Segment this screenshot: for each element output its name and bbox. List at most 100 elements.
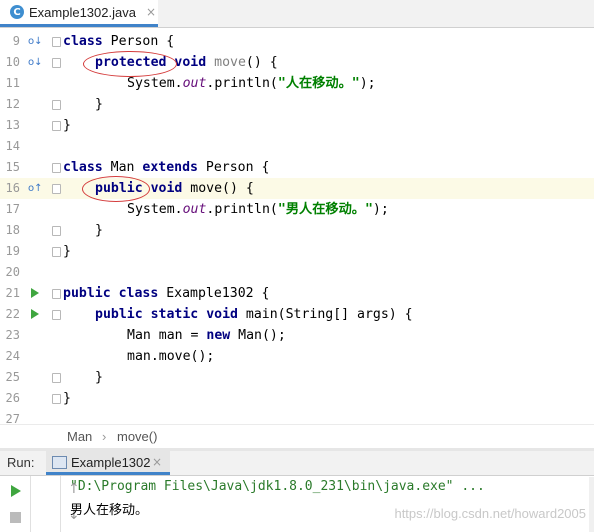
keyword: public	[63, 286, 111, 301]
line-number: 11	[5, 76, 20, 90]
code-line: 12 }	[0, 94, 594, 115]
run-toolbar: Run: Example1302 ×	[0, 451, 594, 476]
fold-marker-icon[interactable]	[52, 289, 61, 299]
fold-marker-icon[interactable]	[52, 58, 61, 68]
line-number: 9	[12, 34, 20, 48]
breadcrumb-item[interactable]: Man	[67, 429, 92, 444]
keyword: class	[63, 34, 103, 49]
code-text: System.	[127, 202, 183, 217]
keyword: class	[63, 160, 103, 175]
line-number: 22	[5, 307, 20, 321]
fold-marker-icon[interactable]	[52, 37, 61, 47]
line-number: 12	[5, 97, 20, 111]
code-text: .println(	[206, 76, 278, 91]
unused-method-name: move	[206, 55, 246, 70]
code-text: System.	[127, 76, 183, 91]
close-icon[interactable]: ×	[146, 5, 156, 19]
breadcrumb: Man › move()	[0, 424, 594, 449]
run-class-icon[interactable]	[31, 288, 39, 298]
code-line: 11 System.out.println("人在移动。");	[0, 73, 594, 94]
keyword: class	[118, 286, 159, 301]
line-number: 14	[5, 139, 20, 153]
string-literal: "人在移动。"	[277, 76, 360, 91]
fold-marker-icon[interactable]	[52, 373, 61, 383]
line-number: 17	[5, 202, 20, 216]
fold-marker-icon[interactable]	[52, 184, 61, 194]
code-text: Man	[102, 160, 143, 175]
line-number: 15	[5, 160, 20, 174]
fold-marker-icon[interactable]	[52, 247, 61, 257]
run-main-icon[interactable]	[31, 309, 39, 319]
keyword: public	[95, 307, 143, 322]
run-label: Run:	[7, 455, 35, 470]
code-text: }	[63, 391, 71, 406]
fold-marker-icon[interactable]	[52, 310, 61, 320]
editor-tab-bar: C Example1302.java ×	[0, 0, 594, 28]
breadcrumb-item[interactable]: move()	[117, 429, 157, 444]
code-line: 17 System.out.println("男人在移动。");	[0, 199, 594, 220]
code-text: Example1302 {	[158, 286, 270, 301]
fold-marker-icon[interactable]	[52, 394, 61, 404]
code-text: move() {	[182, 181, 254, 196]
annotation-ellipse	[83, 51, 177, 77]
code-text: }	[95, 97, 103, 112]
code-text: }	[95, 370, 103, 385]
fold-marker-icon[interactable]	[52, 226, 61, 236]
line-number: 23	[5, 328, 20, 342]
overridden-method-icon[interactable]: o↓	[28, 35, 43, 49]
file-tab-label: Example1302.java	[29, 4, 136, 20]
fold-marker-icon[interactable]	[52, 100, 61, 110]
rerun-icon[interactable]	[11, 485, 21, 497]
close-icon[interactable]: ×	[152, 455, 162, 469]
line-number: 20	[5, 265, 20, 279]
line-number: 25	[5, 370, 20, 384]
code-text: Man man =	[127, 328, 207, 343]
annotation-ellipse	[82, 176, 150, 202]
code-text: man.move();	[127, 349, 215, 364]
static-field: out	[182, 202, 207, 217]
code-line: 15 class Man extends Person {	[0, 157, 594, 178]
run-actions	[0, 476, 31, 532]
code-line: 20	[0, 262, 594, 283]
line-number: 21	[5, 286, 20, 300]
fold-marker-icon[interactable]	[52, 121, 61, 131]
keyword: void	[150, 181, 183, 196]
run-config-tab[interactable]: Example1302 ×	[46, 451, 170, 475]
code-line: 14	[0, 136, 594, 157]
code-text: Man();	[230, 328, 286, 343]
line-number: 16	[5, 181, 20, 195]
code-text: );	[359, 76, 376, 91]
code-line: 9 o↓ class Person {	[0, 31, 594, 52]
scrollbar[interactable]	[589, 477, 594, 532]
code-editor[interactable]: 9 o↓ class Person { 10 o↓ protected void…	[0, 28, 594, 426]
console-icon	[52, 456, 67, 469]
file-tab[interactable]: C Example1302.java ×	[0, 0, 158, 27]
code-line: 24 man.move();	[0, 346, 594, 367]
code-line: 13 }	[0, 115, 594, 136]
overridden-method-icon[interactable]: o↓	[28, 56, 43, 70]
code-line: 21 public class Example1302 {	[0, 283, 594, 304]
code-text: .println(	[206, 202, 278, 217]
code-text: }	[63, 118, 71, 133]
line-number: 13	[5, 118, 20, 132]
console-output: 男人在移动。	[70, 503, 149, 518]
code-text: main(String[] args) {	[237, 307, 413, 322]
string-literal: "男人在移动。"	[277, 202, 373, 217]
line-number: 19	[5, 244, 20, 258]
console-actions: ↑ ↓	[30, 476, 80, 532]
code-text: Person {	[197, 160, 270, 175]
overrides-method-icon[interactable]: o↑	[28, 182, 43, 196]
run-console[interactable]: ↑ ↓ "D:\Program Files\Java\jdk1.8.0_231\…	[0, 476, 594, 532]
fold-marker-icon[interactable]	[52, 163, 61, 173]
keyword: extends	[142, 160, 198, 175]
stop-icon[interactable]	[10, 512, 21, 523]
code-line: 23 Man man = new Man();	[0, 325, 594, 346]
keyword: static	[150, 307, 199, 322]
code-text: }	[63, 244, 71, 259]
keyword: void	[174, 55, 207, 70]
code-line: 19 }	[0, 241, 594, 262]
class-file-icon: C	[10, 5, 24, 19]
code-line: 22 public static void main(String[] args…	[0, 304, 594, 325]
